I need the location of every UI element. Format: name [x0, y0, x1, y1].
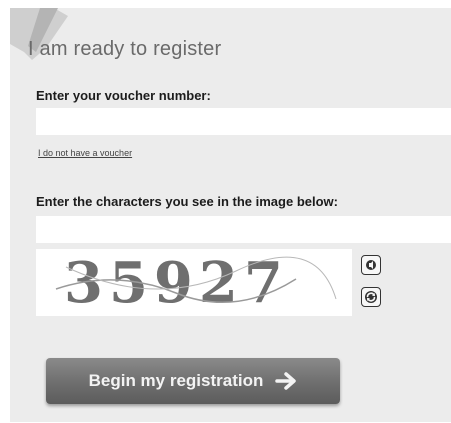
captcha-input[interactable] [36, 216, 451, 243]
arrow-right-icon [275, 372, 297, 390]
audio-icon[interactable] [361, 255, 381, 275]
registration-panel: I am ready to register Enter your vouche… [10, 8, 451, 422]
voucher-label: Enter your voucher number: [36, 88, 211, 103]
form-title: I am ready to register [28, 38, 222, 60]
voucher-input[interactable] [36, 108, 451, 135]
begin-registration-button[interactable]: Begin my registration [46, 358, 340, 404]
captcha-text: 35927 [64, 250, 289, 316]
captcha-image: 35927 [36, 249, 352, 316]
refresh-icon[interactable] [361, 287, 381, 307]
no-voucher-link[interactable]: I do not have a voucher [38, 148, 132, 158]
captcha-label: Enter the characters you see in the imag… [36, 194, 338, 209]
begin-registration-label: Begin my registration [88, 371, 264, 390]
